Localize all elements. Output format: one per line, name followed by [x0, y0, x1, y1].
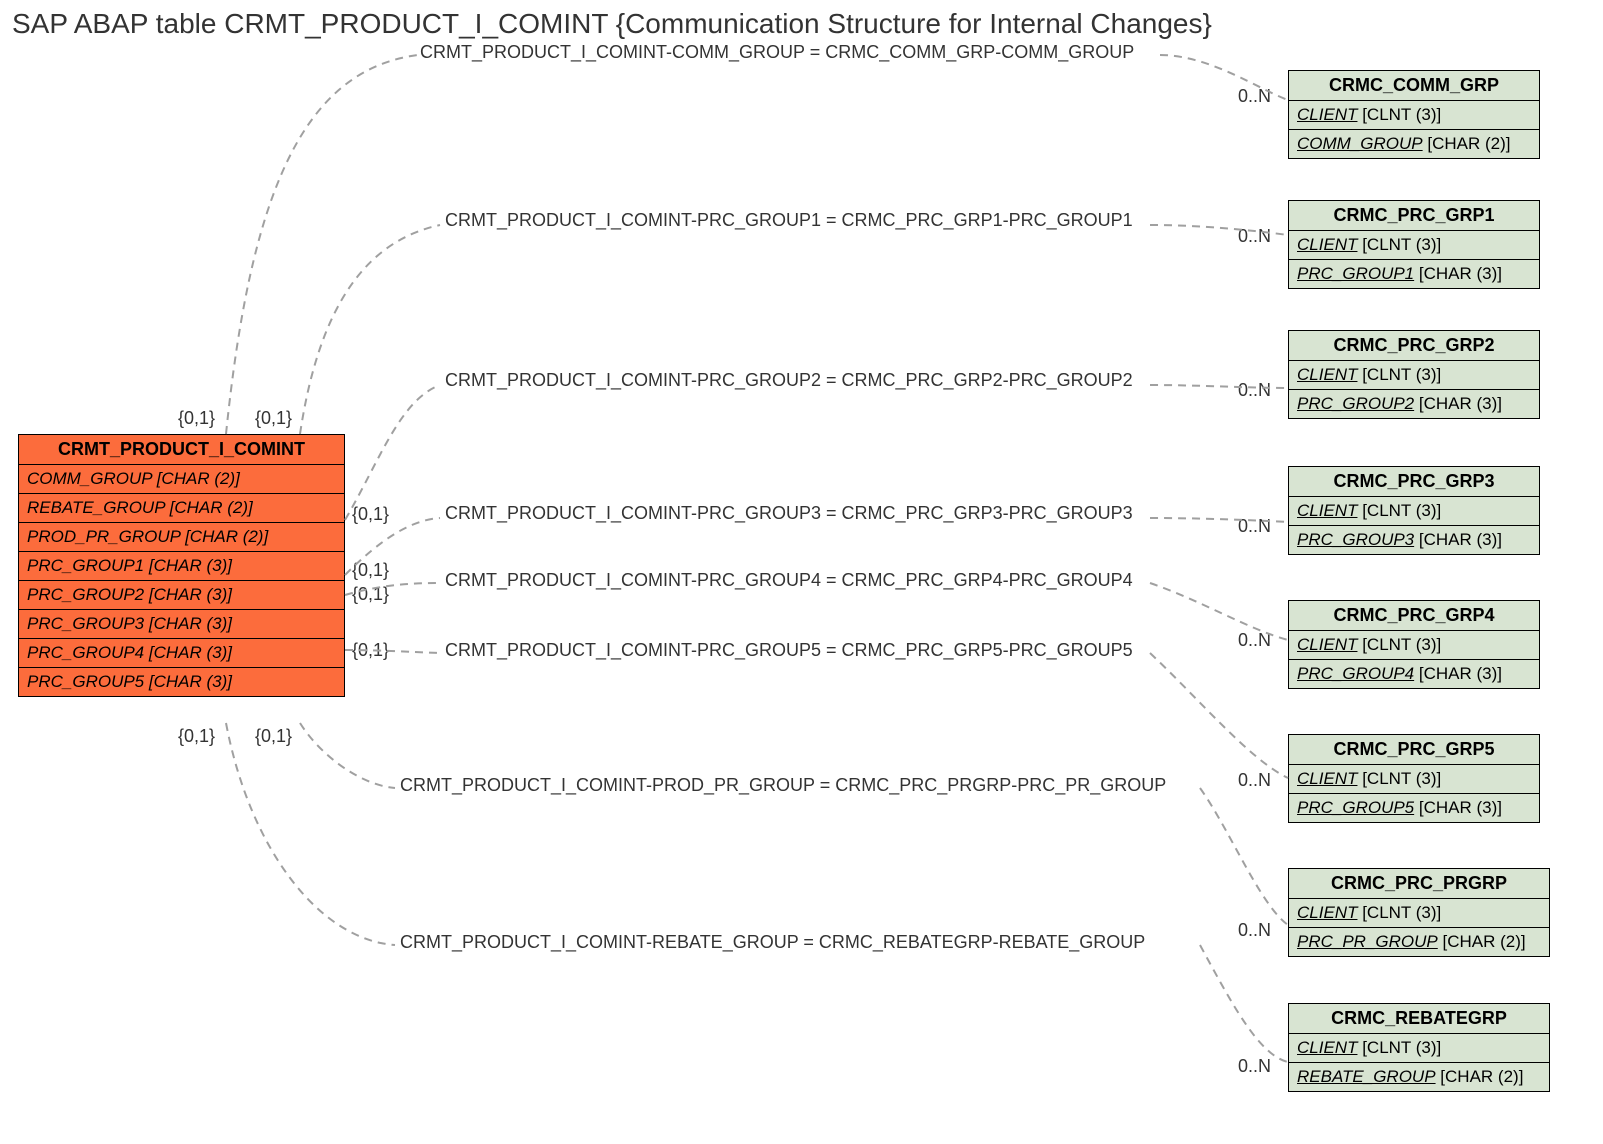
- entity-main-field: PRC_GROUP5 [CHAR (3)]: [19, 668, 344, 696]
- entity-target-header: CRMC_REBATEGRP: [1289, 1004, 1549, 1034]
- entity-target-header: CRMC_PRC_GRP3: [1289, 467, 1539, 497]
- entity-crmc-prc-prgrp: CRMC_PRC_PRGRP CLIENT [CLNT (3)] PRC_PR_…: [1288, 868, 1550, 957]
- cardinality-left: {0,1}: [255, 726, 292, 747]
- relation-label: CRMT_PRODUCT_I_COMINT-PRC_GROUP1 = CRMC_…: [445, 210, 1133, 231]
- entity-target-header: CRMC_PRC_GRP5: [1289, 735, 1539, 765]
- entity-target-field: CLIENT [CLNT (3)]: [1289, 1034, 1549, 1063]
- entity-crmc-rebategrp: CRMC_REBATEGRP CLIENT [CLNT (3)] REBATE_…: [1288, 1003, 1550, 1092]
- cardinality-right: 0..N: [1238, 380, 1271, 401]
- entity-target-field: PRC_GROUP3 [CHAR (3)]: [1289, 526, 1539, 554]
- relation-label: CRMT_PRODUCT_I_COMINT-PRC_GROUP4 = CRMC_…: [445, 570, 1133, 591]
- entity-main: CRMT_PRODUCT_I_COMINT COMM_GROUP [CHAR (…: [18, 434, 345, 697]
- cardinality-right: 0..N: [1238, 920, 1271, 941]
- entity-target-field: CLIENT [CLNT (3)]: [1289, 101, 1539, 130]
- cardinality-left: {0,1}: [352, 640, 389, 661]
- entity-crmc-prc-grp3: CRMC_PRC_GRP3 CLIENT [CLNT (3)] PRC_GROU…: [1288, 466, 1540, 555]
- cardinality-right: 0..N: [1238, 770, 1271, 791]
- cardinality-left: {0,1}: [352, 504, 389, 525]
- cardinality-right: 0..N: [1238, 1056, 1271, 1077]
- entity-target-header: CRMC_PRC_PRGRP: [1289, 869, 1549, 899]
- cardinality-left: {0,1}: [255, 408, 292, 429]
- entity-target-field: CLIENT [CLNT (3)]: [1289, 631, 1539, 660]
- entity-target-field: CLIENT [CLNT (3)]: [1289, 765, 1539, 794]
- entity-target-field: PRC_GROUP2 [CHAR (3)]: [1289, 390, 1539, 418]
- entity-crmc-prc-grp4: CRMC_PRC_GRP4 CLIENT [CLNT (3)] PRC_GROU…: [1288, 600, 1540, 689]
- cardinality-left: {0,1}: [178, 408, 215, 429]
- entity-main-field: PRC_GROUP2 [CHAR (3)]: [19, 581, 344, 610]
- relation-label: CRMT_PRODUCT_I_COMINT-PRC_GROUP5 = CRMC_…: [445, 640, 1133, 661]
- entity-main-field: PRC_GROUP4 [CHAR (3)]: [19, 639, 344, 668]
- entity-main-header: CRMT_PRODUCT_I_COMINT: [19, 435, 344, 465]
- entity-target-header: CRMC_PRC_GRP4: [1289, 601, 1539, 631]
- relation-label: CRMT_PRODUCT_I_COMINT-REBATE_GROUP = CRM…: [400, 932, 1145, 953]
- relation-label: CRMT_PRODUCT_I_COMINT-PROD_PR_GROUP = CR…: [400, 775, 1166, 796]
- entity-crmc-prc-grp1: CRMC_PRC_GRP1 CLIENT [CLNT (3)] PRC_GROU…: [1288, 200, 1540, 289]
- entity-target-field: PRC_GROUP4 [CHAR (3)]: [1289, 660, 1539, 688]
- entity-main-field: REBATE_GROUP [CHAR (2)]: [19, 494, 344, 523]
- cardinality-left: {0,1}: [178, 726, 215, 747]
- entity-target-field: CLIENT [CLNT (3)]: [1289, 361, 1539, 390]
- entity-target-header: CRMC_PRC_GRP2: [1289, 331, 1539, 361]
- relation-label: CRMT_PRODUCT_I_COMINT-PRC_GROUP3 = CRMC_…: [445, 503, 1133, 524]
- entity-target-field: CLIENT [CLNT (3)]: [1289, 899, 1549, 928]
- relation-label: CRMT_PRODUCT_I_COMINT-COMM_GROUP = CRMC_…: [420, 42, 1134, 63]
- entity-target-field: PRC_GROUP1 [CHAR (3)]: [1289, 260, 1539, 288]
- entity-crmc-prc-grp2: CRMC_PRC_GRP2 CLIENT [CLNT (3)] PRC_GROU…: [1288, 330, 1540, 419]
- entity-target-field: COMM_GROUP [CHAR (2)]: [1289, 130, 1539, 158]
- entity-target-field: CLIENT [CLNT (3)]: [1289, 231, 1539, 260]
- entity-main-field: COMM_GROUP [CHAR (2)]: [19, 465, 344, 494]
- cardinality-right: 0..N: [1238, 226, 1271, 247]
- cardinality-left: {0,1}: [352, 560, 389, 581]
- entity-main-field: PRC_GROUP1 [CHAR (3)]: [19, 552, 344, 581]
- entity-crmc-prc-grp5: CRMC_PRC_GRP5 CLIENT [CLNT (3)] PRC_GROU…: [1288, 734, 1540, 823]
- entity-target-field: PRC_GROUP5 [CHAR (3)]: [1289, 794, 1539, 822]
- entity-target-field: PRC_PR_GROUP [CHAR (2)]: [1289, 928, 1549, 956]
- entity-crmc-comm-grp: CRMC_COMM_GRP CLIENT [CLNT (3)] COMM_GRO…: [1288, 70, 1540, 159]
- cardinality-right: 0..N: [1238, 630, 1271, 651]
- entity-target-header: CRMC_COMM_GRP: [1289, 71, 1539, 101]
- cardinality-right: 0..N: [1238, 86, 1271, 107]
- relation-label: CRMT_PRODUCT_I_COMINT-PRC_GROUP2 = CRMC_…: [445, 370, 1133, 391]
- entity-main-field: PROD_PR_GROUP [CHAR (2)]: [19, 523, 344, 552]
- entity-target-field: CLIENT [CLNT (3)]: [1289, 497, 1539, 526]
- page-title: SAP ABAP table CRMT_PRODUCT_I_COMINT {Co…: [12, 8, 1212, 40]
- entity-target-field: REBATE_GROUP [CHAR (2)]: [1289, 1063, 1549, 1091]
- cardinality-right: 0..N: [1238, 516, 1271, 537]
- entity-main-field: PRC_GROUP3 [CHAR (3)]: [19, 610, 344, 639]
- cardinality-left: {0,1}: [352, 584, 389, 605]
- entity-target-header: CRMC_PRC_GRP1: [1289, 201, 1539, 231]
